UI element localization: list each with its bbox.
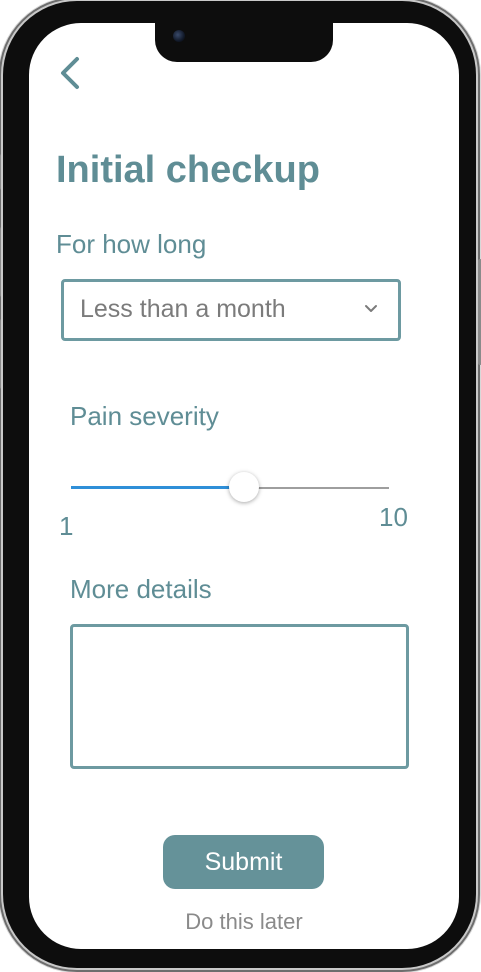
duration-selected-value: Less than a month [80,295,286,323]
do-this-later-link[interactable]: Do this later [29,909,459,935]
volume-down-button [0,319,1,389]
screen: Initial checkup For how long Less than a… [29,23,459,949]
chevron-left-icon [61,57,79,89]
chevron-down-icon [365,305,377,312]
more-details-input[interactable] [70,624,409,769]
page-title: Initial checkup [56,149,320,191]
submit-button[interactable]: Submit [163,835,324,889]
slider-fill [71,486,245,489]
slider-max-label: 10 [379,502,408,532]
duration-label: For how long [56,229,207,259]
pain-severity-slider[interactable] [71,471,389,507]
volume-up-button [0,227,1,297]
more-details-label: More details [70,574,212,604]
camera-icon [173,30,185,42]
slider-thumb[interactable] [229,472,260,502]
phone-frame: Initial checkup For how long Less than a… [0,1,481,968]
back-button[interactable] [55,53,87,93]
notch [155,23,333,62]
mute-switch [0,154,1,190]
pain-severity-label: Pain severity [70,401,219,431]
duration-select[interactable]: Less than a month [61,279,401,341]
slider-min-label: 1 [59,511,74,541]
